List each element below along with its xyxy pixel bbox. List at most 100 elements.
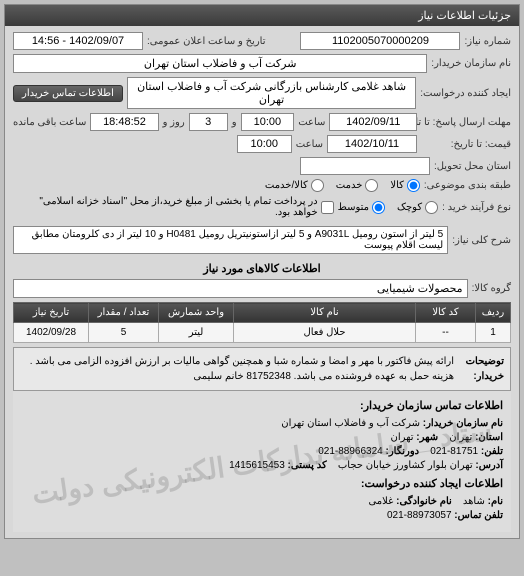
contact-fax: 88966324-021 <box>318 446 383 457</box>
cell-date: 1402/09/28 <box>14 323 89 343</box>
deadline-date: 1402/09/11 <box>329 113 417 131</box>
cell-row: 1 <box>476 323 511 343</box>
request-no-field: 1102005070000209 <box>300 32 460 50</box>
announce-label: تاریخ و ساعت اعلان عمومی: <box>147 36 266 47</box>
creator-phone: 88973057-021 <box>387 510 452 521</box>
remain-suffix: ساعت باقی مانده <box>13 117 86 128</box>
small-radio[interactable] <box>425 201 438 214</box>
creator-name-row: نام: شاهد نام خانوادگی: غلامی <box>21 496 503 507</box>
goods-radio-label: کالا <box>390 180 404 191</box>
remain-sep: و <box>232 117 237 128</box>
category-radio-group: کالا خدمت کالا/خدمت <box>265 179 420 192</box>
quote-time: 10:00 <box>237 135 292 153</box>
creator-family-label: نام خانوادگی: <box>396 496 452 507</box>
contact-city: تهران <box>390 432 413 443</box>
both-radio-item[interactable]: کالا/خدمت <box>265 179 324 192</box>
services-radio[interactable] <box>365 179 378 192</box>
creator-name-label: نام: <box>488 496 503 507</box>
th-name: نام کالا <box>234 303 416 323</box>
description-text: ارائه پیش فاکتور با مهر و امضا و شماره ش… <box>20 354 454 384</box>
description-label: توضیحات خریدار: <box>454 354 504 384</box>
request-no-label: شماره نیاز: <box>464 36 511 47</box>
deadline-label: مهلت ارسال پاسخ: تا تاریخ: <box>421 117 511 128</box>
cell-name: حلال فعال <box>234 323 416 343</box>
quote-date: 1402/10/11 <box>327 135 417 153</box>
requester-field: شاهد غلامی کارشناس بازرگانی شرکت آب و فا… <box>127 77 416 109</box>
cell-unit: لیتر <box>159 323 234 343</box>
delivery-place-label: استان محل تحویل: <box>434 161 511 172</box>
contact-title: اطلاعات تماس سازمان خریدار: <box>21 399 503 412</box>
contact-fax-label: دورنگار: <box>386 446 420 457</box>
contact-postal-label: کد پستی: <box>288 460 327 471</box>
creator-phone-row: تلفن تماس: 88973057-021 <box>21 510 503 521</box>
contact-section: ستاد _ سامانه تدارکات الکترونیکی دولت اط… <box>13 391 511 532</box>
process-radio-group: کوچک متوسط <box>338 201 438 214</box>
small-radio-label: کوچک <box>397 202 422 213</box>
table-header-row: ردیف کد کالا نام کالا واحد شمارش تعداد /… <box>14 303 511 323</box>
contact-province: تهران <box>449 432 472 443</box>
th-unit: واحد شمارش <box>159 303 234 323</box>
contact-org-label: نام سازمان خریدار: <box>423 418 503 429</box>
panel-title: جزئیات اطلاعات نیاز <box>5 5 519 26</box>
remain-time: 18:48:52 <box>90 113 158 131</box>
buyer-name-field: شرکت آب و فاضلاب استان تهران <box>13 54 427 73</box>
main-title-field: 5 لیتر از استون رومیل A9031L و 5 لیتر از… <box>13 226 448 254</box>
goods-group-label: گروه کالا: <box>472 283 511 294</box>
goods-radio-item[interactable]: کالا <box>390 179 420 192</box>
panel-body: شماره نیاز: 1102005070000209 تاریخ و ساع… <box>5 26 519 538</box>
items-table: ردیف کد کالا نام کالا واحد شمارش تعداد /… <box>13 302 511 343</box>
creator-title: اطلاعات ایجاد کننده درخواست: <box>21 477 503 490</box>
deadline-time: 10:00 <box>241 113 295 131</box>
remain-days-label: روز و <box>163 117 185 128</box>
requester-label: ایجاد کننده درخواست: <box>420 88 511 99</box>
goods-section-title: اطلاعات کالاهای مورد نیاز <box>13 258 511 279</box>
contact-addr-row: آدرس: تهران بلوار کشاورز خیابان حجاب کد … <box>21 460 503 471</box>
contact-postal: 1415615453 <box>229 460 285 471</box>
cell-code: -- <box>416 323 476 343</box>
process-note: در پرداخت تمام یا بخشی از مبلغ خرید،از م… <box>13 196 318 218</box>
goods-group-field: محصولات شیمیایی <box>13 279 468 298</box>
contact-phone-row: تلفن: 81751-021 دورنگار: 88966324-021 <box>21 446 503 457</box>
medium-radio-label: متوسط <box>338 202 369 213</box>
time-label: ساعت <box>298 117 325 128</box>
medium-radio[interactable] <box>372 201 385 214</box>
creator-family: غلامی <box>368 496 393 507</box>
announce-field: 1402/09/07 - 14:56 <box>13 32 143 50</box>
services-radio-item[interactable]: خدمت <box>336 179 379 192</box>
th-code: کد کالا <box>416 303 476 323</box>
description-box: توضیحات خریدار: ارائه پیش فاکتور با مهر … <box>13 347 511 391</box>
creator-phone-label: تلفن تماس: <box>454 510 503 521</box>
contact-org: شرکت آب و فاضلاب استان تهران <box>281 418 420 429</box>
cell-qty: 5 <box>89 323 159 343</box>
services-radio-label: خدمت <box>336 180 363 191</box>
contact-province-label: استان: <box>475 432 503 443</box>
contact-address-label: آدرس: <box>475 460 503 471</box>
both-radio[interactable] <box>311 179 324 192</box>
process-label: نوع فرآیند خرید : <box>442 202 511 213</box>
th-qty: تعداد / مقدار <box>89 303 159 323</box>
main-panel: جزئیات اطلاعات نیاز شماره نیاز: 11020050… <box>4 4 520 539</box>
contact-phone: 81751-021 <box>430 446 478 457</box>
main-title-label: شرح کلی نیاز: <box>452 235 511 246</box>
small-radio-item[interactable]: کوچک <box>397 201 438 214</box>
contact-buyer-button[interactable]: اطلاعات تماس خریدار <box>13 85 123 102</box>
both-radio-label: کالا/خدمت <box>265 180 308 191</box>
treasury-check-item[interactable]: در پرداخت تمام یا بخشی از مبلغ خرید،از م… <box>13 196 334 218</box>
packaging-label: طبقه بندی موضوعی: <box>424 180 511 191</box>
quote-time-label: ساعت <box>296 139 323 150</box>
contact-address: تهران بلوار کشاورز خیابان حجاب <box>338 460 473 471</box>
delivery-place-field <box>300 157 430 175</box>
contact-org-row: نام سازمان خریدار: شرکت آب و فاضلاب استا… <box>21 418 503 429</box>
contact-phone-label: تلفن: <box>481 446 503 457</box>
quote-label: قیمت: تا تاریخ: <box>421 139 511 150</box>
buyer-name-label: نام سازمان خریدار: <box>431 58 511 69</box>
contact-loc-row: استان: تهران شهر: تهران <box>21 432 503 443</box>
treasury-checkbox[interactable] <box>321 201 334 214</box>
creator-name: شاهد <box>463 496 485 507</box>
th-date: تاریخ نیاز <box>14 303 89 323</box>
goods-radio[interactable] <box>407 179 420 192</box>
th-row: ردیف <box>476 303 511 323</box>
contact-city-label: شهر: <box>416 432 438 443</box>
table-row[interactable]: 1 -- حلال فعال لیتر 5 1402/09/28 <box>14 323 511 343</box>
medium-radio-item[interactable]: متوسط <box>338 201 385 214</box>
